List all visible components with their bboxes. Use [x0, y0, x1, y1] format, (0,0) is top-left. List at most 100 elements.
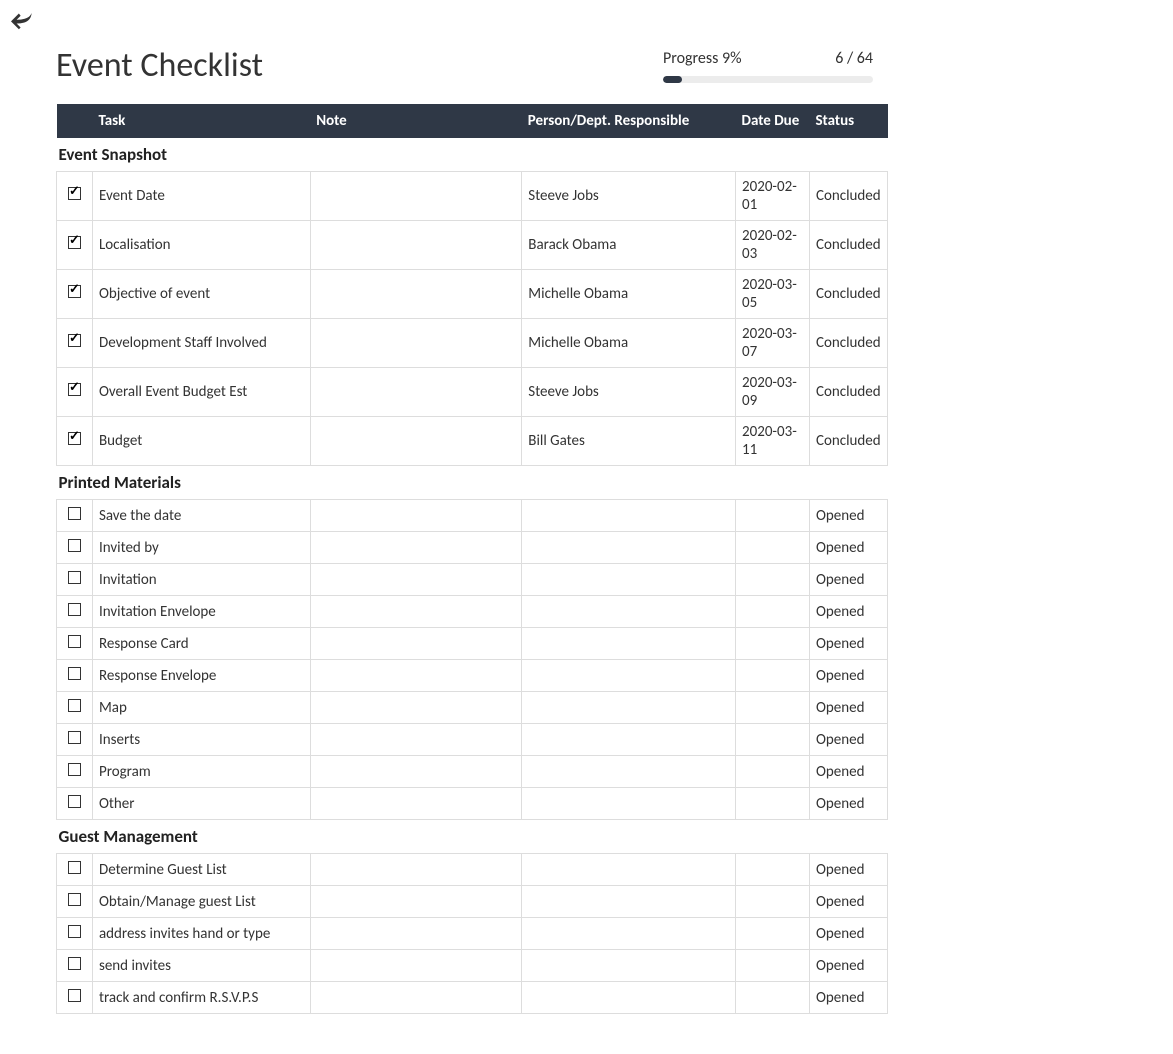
checkbox-cell — [57, 532, 93, 564]
cell-status: Opened — [809, 982, 887, 1014]
cell-date: 2020-03-09 — [736, 368, 810, 417]
checkbox-cell — [57, 660, 93, 692]
cell-note — [310, 724, 522, 756]
task-checkbox[interactable] — [68, 861, 81, 874]
progress-fill — [663, 76, 682, 83]
cell-date — [736, 500, 810, 532]
task-checkbox[interactable] — [68, 603, 81, 616]
cell-task: Localisation — [92, 221, 310, 270]
task-checkbox[interactable] — [68, 957, 81, 970]
cell-person: Michelle Obama — [522, 270, 736, 319]
cell-task: Program — [92, 756, 310, 788]
cell-status: Concluded — [809, 368, 887, 417]
checkbox-cell — [57, 950, 93, 982]
checkbox-cell — [57, 319, 93, 368]
cell-note — [310, 918, 522, 950]
cell-person — [522, 724, 736, 756]
task-checkbox[interactable] — [68, 795, 81, 808]
checkbox-cell — [57, 982, 93, 1014]
section-title: Event Snapshot — [57, 138, 888, 172]
cell-status: Opened — [809, 628, 887, 660]
cell-person — [522, 982, 736, 1014]
cell-status: Opened — [809, 660, 887, 692]
cell-task: Invitation Envelope — [92, 596, 310, 628]
progress-block: Progress 9% 6 / 64 — [663, 49, 873, 83]
task-checkbox[interactable] — [68, 539, 81, 552]
cell-person — [522, 918, 736, 950]
task-checkbox[interactable] — [68, 383, 81, 396]
cell-task: Map — [92, 692, 310, 724]
task-checkbox[interactable] — [68, 667, 81, 680]
task-checkbox[interactable] — [68, 432, 81, 445]
cell-person — [522, 564, 736, 596]
section-title: Printed Materials — [57, 466, 888, 500]
cell-status: Opened — [809, 564, 887, 596]
cell-task: send invites — [92, 950, 310, 982]
cell-status: Opened — [809, 724, 887, 756]
cell-note — [310, 500, 522, 532]
cell-date — [736, 692, 810, 724]
task-checkbox[interactable] — [68, 925, 81, 938]
cell-person: Bill Gates — [522, 417, 736, 466]
cell-date — [736, 918, 810, 950]
cell-person — [522, 886, 736, 918]
checkbox-cell — [57, 172, 93, 221]
table-row: InsertsOpened — [57, 724, 888, 756]
cell-date: 2020-03-07 — [736, 319, 810, 368]
cell-task: Invitation — [92, 564, 310, 596]
checkbox-cell — [57, 756, 93, 788]
task-checkbox[interactable] — [68, 571, 81, 584]
cell-status: Opened — [809, 500, 887, 532]
cell-person — [522, 756, 736, 788]
table-row: MapOpened — [57, 692, 888, 724]
task-checkbox[interactable] — [68, 187, 81, 200]
section-title: Guest Management — [57, 820, 888, 854]
cell-task: Overall Event Budget Est — [92, 368, 310, 417]
task-checkbox[interactable] — [68, 893, 81, 906]
cell-task: Response Card — [92, 628, 310, 660]
task-checkbox[interactable] — [68, 699, 81, 712]
cell-task: address invites hand or type — [92, 918, 310, 950]
cell-note — [310, 950, 522, 982]
cell-status: Concluded — [809, 221, 887, 270]
table-row: send invites Opened — [57, 950, 888, 982]
cell-note — [310, 172, 522, 221]
cell-person: Steeve Jobs — [522, 172, 736, 221]
cell-status: Opened — [809, 532, 887, 564]
task-checkbox[interactable] — [68, 635, 81, 648]
progress-bar — [663, 76, 873, 83]
cell-status: Opened — [809, 854, 887, 886]
cell-person — [522, 628, 736, 660]
cell-note — [310, 660, 522, 692]
task-checkbox[interactable] — [68, 731, 81, 744]
cell-note — [310, 270, 522, 319]
cell-date — [736, 564, 810, 596]
back-arrow-icon[interactable] — [6, 6, 36, 41]
checkbox-cell — [57, 596, 93, 628]
progress-label: Progress 9% — [663, 49, 742, 68]
task-checkbox[interactable] — [68, 334, 81, 347]
cell-task: Invited by — [92, 532, 310, 564]
cell-note — [310, 596, 522, 628]
cell-date — [736, 532, 810, 564]
cell-date — [736, 788, 810, 820]
task-checkbox[interactable] — [68, 763, 81, 776]
task-checkbox[interactable] — [68, 989, 81, 1002]
table-row: Event DateSteeve Jobs2020-02-01Concluded — [57, 172, 888, 221]
task-checkbox[interactable] — [68, 507, 81, 520]
checkbox-cell — [57, 417, 93, 466]
section-header: Event Snapshot — [57, 138, 888, 172]
cell-note — [310, 756, 522, 788]
cell-note — [310, 692, 522, 724]
cell-status: Opened — [809, 950, 887, 982]
checkbox-cell — [57, 854, 93, 886]
cell-task: Development Staff Involved — [92, 319, 310, 368]
cell-date — [736, 950, 810, 982]
task-checkbox[interactable] — [68, 285, 81, 298]
task-checkbox[interactable] — [68, 236, 81, 249]
table-row: track and confirm R.S.V.P.SOpened — [57, 982, 888, 1014]
col-note: Note — [310, 104, 522, 138]
checkbox-cell — [57, 221, 93, 270]
table-row: BudgetBill Gates2020-03-11Concluded — [57, 417, 888, 466]
cell-date — [736, 660, 810, 692]
